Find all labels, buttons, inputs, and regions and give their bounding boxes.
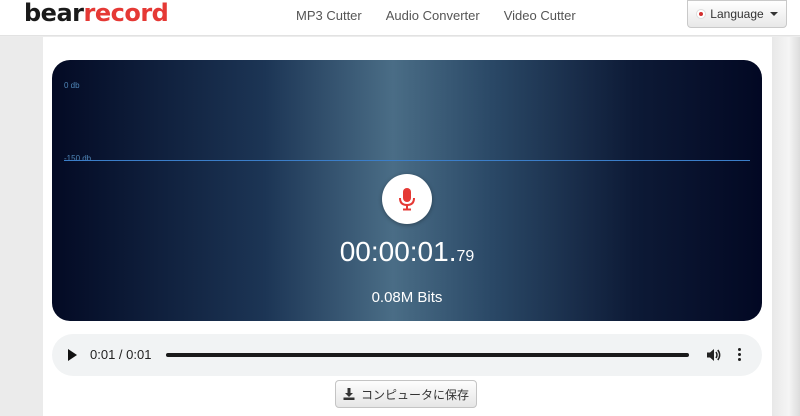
save-button-label: コンピュータに保存 [360, 387, 469, 402]
logo-part-record: record [83, 0, 169, 27]
more-options-icon[interactable] [737, 347, 741, 363]
right-background [772, 37, 800, 416]
db-max-label: 0 db [64, 81, 80, 90]
bits-size-label: 0.08M Bits [371, 289, 443, 306]
nav-link-video-cutter[interactable]: Video Cutter [504, 8, 576, 23]
player-time-display: 0:01 / 0:01 [90, 347, 152, 362]
download-icon [343, 388, 355, 400]
nav-links: MP3 Cutter Audio Converter Video Cutter [296, 8, 576, 23]
waveform-baseline [64, 160, 750, 161]
record-button[interactable] [382, 174, 432, 224]
db-min-label: -150 db [64, 154, 92, 163]
logo-part-bear: bear [24, 0, 84, 27]
play-icon[interactable] [68, 349, 77, 361]
nav-link-audio-converter[interactable]: Audio Converter [386, 8, 480, 23]
left-background [0, 37, 43, 416]
top-navbar: bearrecord MP3 Cutter Audio Converter Vi… [0, 0, 800, 36]
japan-flag-icon [696, 9, 707, 19]
caret-down-icon [769, 12, 778, 16]
player-progress-bar[interactable] [166, 353, 689, 357]
save-to-computer-button[interactable]: コンピュータに保存 [335, 380, 477, 408]
timer-centiseconds: 79 [456, 248, 475, 265]
language-dropdown-button[interactable]: Language [687, 0, 787, 28]
language-label: Language [710, 7, 764, 21]
recording-timer: 00:00:01.79 [52, 236, 762, 268]
nav-link-mp3-cutter[interactable]: MP3 Cutter [296, 8, 362, 23]
volume-icon[interactable] [706, 347, 722, 363]
timer-main: 00:00:01. [339, 236, 457, 267]
audio-player: 0:01 / 0:01 [52, 334, 762, 376]
bearrecord-logo[interactable]: bearrecord [24, 0, 169, 30]
recorder-panel: 0 db -150 db 00:00:01.79 0.08M Bits [52, 60, 762, 321]
microphone-icon [399, 188, 415, 211]
